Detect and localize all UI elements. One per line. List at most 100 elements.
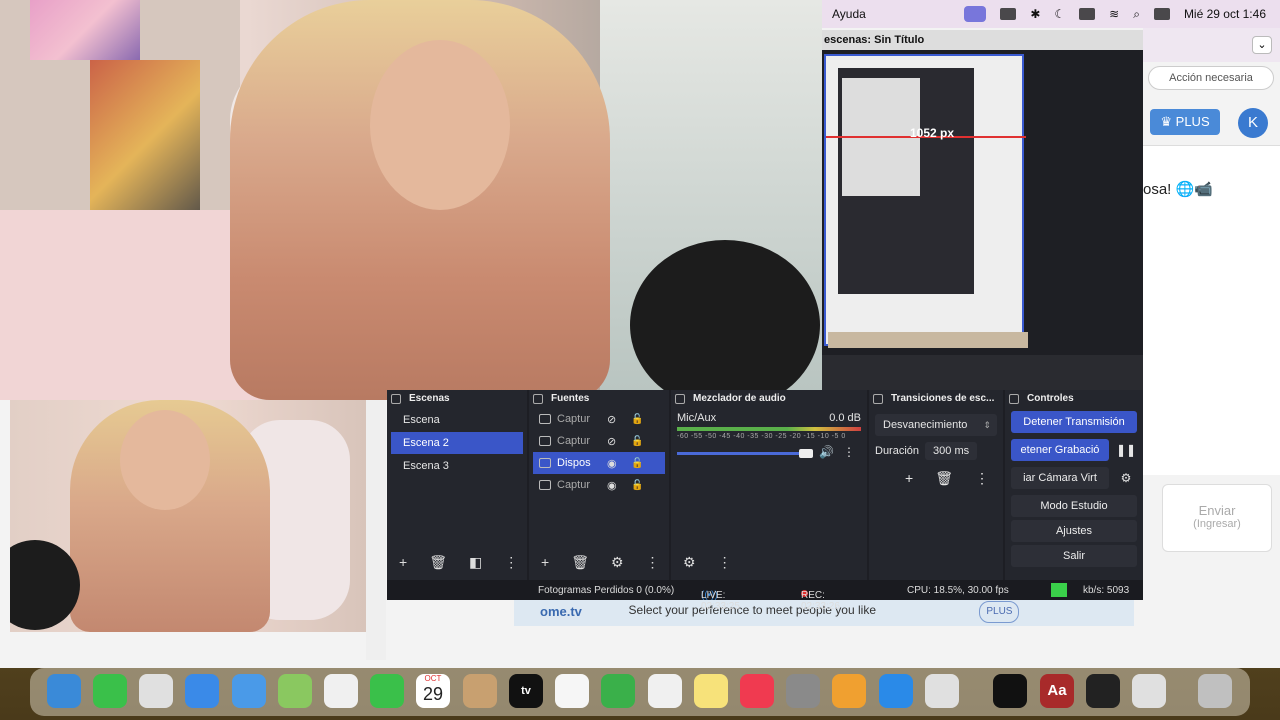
app-store-icon[interactable]	[879, 674, 913, 708]
lock-icon[interactable]: 🔓	[631, 414, 643, 425]
capcut-icon[interactable]	[993, 674, 1027, 708]
more-icon[interactable]: ⋮	[843, 445, 855, 459]
contacts-icon[interactable]	[463, 674, 497, 708]
obs-icon[interactable]	[1086, 674, 1120, 708]
facetime-icon[interactable]	[370, 674, 404, 708]
controls-title: Controles	[1027, 393, 1074, 404]
more-icon[interactable]: ⋮	[504, 554, 518, 571]
preview-size-readout: 1052 px	[910, 126, 955, 140]
chrome-app-icon[interactable]	[1132, 674, 1166, 708]
chevron-down-icon[interactable]: ⌄	[1252, 36, 1272, 54]
numbers-icon[interactable]	[601, 674, 635, 708]
virtual-camera-button[interactable]: iar Cámara Virt	[1011, 467, 1109, 489]
settings-button[interactable]: Ajustes	[1011, 520, 1137, 542]
safari-icon[interactable]	[185, 674, 219, 708]
duration-input[interactable]: 300 ms	[925, 442, 978, 460]
send-button[interactable]: Enviar (Ingresar)	[1162, 484, 1272, 552]
action-needed-button[interactable]: Acción necesaria	[1148, 66, 1274, 90]
stop-stream-button[interactable]: Detener Transmisión	[1011, 411, 1137, 433]
add-source-button[interactable]: +	[541, 554, 549, 570]
source-item[interactable]: Captur ⊘ 🔓	[533, 430, 665, 452]
music-icon[interactable]	[740, 674, 774, 708]
fader-knob[interactable]	[798, 449, 813, 458]
obs-preview[interactable]: 1052 px	[822, 50, 1143, 390]
system-settings-icon[interactable]	[786, 674, 820, 708]
exit-button[interactable]: Salir	[1011, 545, 1137, 567]
lock-icon[interactable]: 🔓	[631, 436, 643, 447]
photos-icon[interactable]	[324, 674, 358, 708]
scene-item[interactable]: Escena 3	[391, 455, 523, 477]
pause-icon[interactable]: ❚❚	[1115, 439, 1137, 461]
gear-icon[interactable]: ⚙	[1115, 467, 1137, 489]
battery-icon[interactable]	[1079, 8, 1096, 20]
eye-icon[interactable]: ◉	[607, 479, 621, 492]
transitions-title: Transiciones de esc...	[891, 393, 995, 404]
source-item[interactable]: Dispos ◉ 🔓	[533, 452, 665, 474]
scene-item[interactable]: Escena 2	[391, 432, 523, 454]
scene-item[interactable]: Escena	[391, 409, 523, 431]
eye-off-icon[interactable]: ⊘	[607, 413, 621, 426]
mixer-settings-icon[interactable]: ⚙	[683, 554, 696, 571]
moon-icon[interactable]: ☾	[1054, 7, 1065, 21]
notes-icon[interactable]	[694, 674, 728, 708]
dictionary-icon[interactable]: Aa	[1040, 674, 1074, 708]
search-icon[interactable]: ⌕	[1133, 7, 1140, 22]
lock-icon[interactable]: 🔓	[631, 480, 643, 491]
eye-icon[interactable]: ◉	[607, 457, 621, 470]
webcam-small-video	[10, 400, 366, 632]
mixer-title: Mezclador de audio	[693, 393, 786, 404]
messages-icon[interactable]	[93, 674, 127, 708]
screen-share-icon[interactable]	[964, 6, 987, 22]
dropped-frames: Fotogramas Perdidos 0 (0.0%)	[538, 584, 675, 596]
speaker-icon[interactable]: 🔊	[819, 445, 834, 459]
filter-icon[interactable]: ◧	[469, 554, 482, 571]
eye-off-icon[interactable]: ⊘	[607, 435, 621, 448]
lock-icon[interactable]: 🔓	[631, 458, 643, 469]
maps-icon[interactable]	[278, 674, 312, 708]
stream-health-indicator	[1051, 583, 1067, 597]
trash-icon[interactable]	[1198, 674, 1232, 708]
add-scene-button[interactable]: +	[399, 554, 407, 570]
bluetooth-icon[interactable]: ✱	[1030, 7, 1040, 21]
transition-select[interactable]: Desvanecimiento ⇕	[875, 414, 997, 436]
controls-dock: Controles Detener Transmisión etener Gra…	[1005, 390, 1143, 580]
source-item[interactable]: Captur ⊘ 🔓	[533, 408, 665, 430]
display-icon[interactable]	[1000, 8, 1017, 20]
apple-tv-icon[interactable]: tv	[509, 674, 543, 708]
sources-dock: Fuentes Captur ⊘ 🔓 Captur ⊘ 🔓 Dispos ◉ 🔓 Captur ◉ 🔓…	[529, 390, 669, 580]
freeform-icon[interactable]	[648, 674, 682, 708]
pages-icon[interactable]	[832, 674, 866, 708]
menu-help[interactable]: Ayuda	[832, 7, 866, 21]
wifi-icon[interactable]: ≋	[1109, 7, 1119, 21]
mail-icon[interactable]	[232, 674, 266, 708]
control-center-icon[interactable]	[1153, 8, 1170, 20]
volume-fader[interactable]: 🔊 ⋮	[677, 445, 861, 460]
updown-icon: ⇕	[983, 420, 991, 430]
gear-icon[interactable]: ⚙	[611, 554, 624, 571]
promo-plus-badge: PLUS	[979, 601, 1020, 623]
chrome-icon[interactable]	[925, 674, 959, 708]
reminders-icon[interactable]	[555, 674, 589, 708]
trash-icon[interactable]: 🗑	[935, 470, 953, 487]
calendar-icon[interactable]: OCT 29	[416, 674, 450, 708]
source-item[interactable]: Captur ◉ 🔓	[533, 474, 665, 496]
trash-icon[interactable]: 🗑	[571, 554, 589, 571]
launchpad-icon[interactable]	[139, 674, 173, 708]
microphone	[630, 240, 820, 400]
plus-button[interactable]: ♛ PLUS	[1150, 109, 1220, 135]
menu-clock[interactable]: Mié 29 oct 1:46	[1184, 7, 1266, 21]
rec-time: REC: 02:33:26	[801, 590, 840, 612]
plus-label: PLUS	[1175, 114, 1210, 129]
studio-mode-button[interactable]: Modo Estudio	[1011, 495, 1137, 517]
more-icon[interactable]: ⋮	[718, 554, 732, 571]
scene-list: Escena Escena 2 Escena 3	[387, 409, 527, 477]
trash-icon[interactable]: 🗑	[429, 554, 447, 571]
avatar[interactable]: K	[1238, 108, 1268, 138]
more-icon[interactable]: ⋮	[646, 554, 660, 571]
add-transition-button[interactable]: +	[905, 470, 913, 487]
more-icon[interactable]: ⋮	[975, 470, 989, 487]
send-label: Enviar	[1198, 503, 1236, 518]
stop-recording-button[interactable]: etener Grabació	[1011, 439, 1109, 461]
finder-icon[interactable]	[47, 674, 81, 708]
promo-brand: ome.tv	[540, 604, 582, 619]
